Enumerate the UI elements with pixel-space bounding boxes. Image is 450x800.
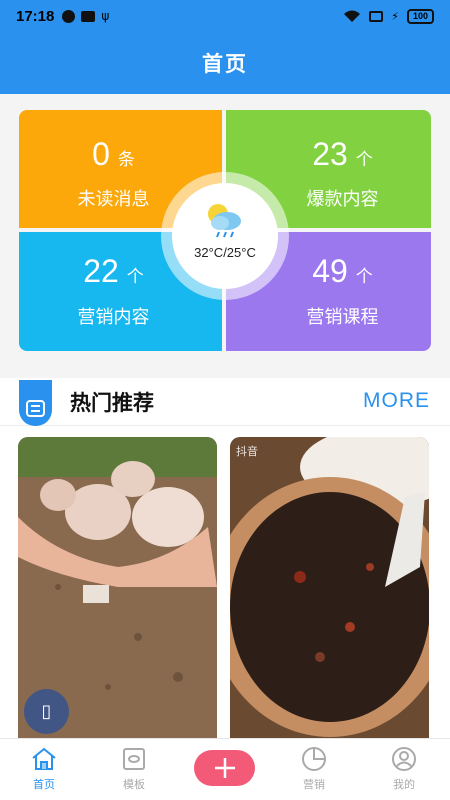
- home-icon: [32, 747, 56, 770]
- tab-bar: 首页 模板 营销 我的: [0, 738, 450, 800]
- section-title: 热门推荐: [70, 391, 154, 415]
- hot-section-header: 热门推荐 MORE: [0, 378, 450, 426]
- stat-unit: 个: [126, 267, 144, 286]
- tab-label: 首页: [33, 778, 55, 791]
- usb-icon: ψ: [101, 9, 110, 23]
- stat-value: 22: [83, 253, 119, 289]
- stat-value: 49: [312, 253, 348, 289]
- tab-label: 模板: [123, 778, 145, 791]
- pie-chart-icon: [302, 747, 326, 771]
- douyin-watermark: 抖音: [236, 445, 258, 458]
- tab-home[interactable]: 首页: [9, 745, 79, 792]
- food-photo: [230, 437, 429, 738]
- status-bar: 17:18 ψ ⚡ 100: [0, 0, 450, 32]
- news-icon: [26, 400, 45, 417]
- tab-label: 我的: [393, 778, 415, 791]
- tab-mine[interactable]: 我的: [369, 745, 439, 792]
- notification-icon: [62, 9, 76, 23]
- hot-badge: [19, 380, 52, 426]
- charging-icon: ⚡: [391, 9, 399, 23]
- tab-template[interactable]: 模板: [99, 745, 169, 792]
- tab-label: 营销: [303, 778, 325, 791]
- battery-icon: 100: [406, 8, 434, 24]
- status-time: 17:18: [16, 7, 55, 25]
- weather-badge[interactable]: 32°C/25°C: [172, 183, 278, 289]
- stat-value: 0: [92, 136, 110, 172]
- header: 首页: [0, 32, 450, 94]
- stat-unit: 个: [355, 267, 373, 286]
- stat-value: 23: [312, 136, 348, 172]
- user-icon: [392, 747, 416, 771]
- more-link[interactable]: MORE: [363, 389, 430, 413]
- app-notification-icon: [81, 10, 96, 22]
- stat-label: 营销内容: [77, 307, 150, 328]
- tab-marketing[interactable]: 营销: [279, 745, 349, 792]
- template-icon: [123, 748, 145, 770]
- recommend-grid: ▯ 抖音: [0, 426, 450, 738]
- stat-unit: 条: [117, 150, 135, 169]
- wifi-icon: [344, 10, 361, 22]
- page-title: 首页: [202, 52, 248, 76]
- recommend-card[interactable]: 抖音: [230, 437, 429, 738]
- add-button[interactable]: [194, 750, 255, 786]
- shake-phone-icon[interactable]: ▯: [24, 689, 69, 734]
- recommend-card[interactable]: ▯: [18, 437, 217, 738]
- cloud-sun-rain-icon: [208, 204, 241, 238]
- stat-label: 营销课程: [306, 307, 379, 328]
- sim-icon: [369, 10, 384, 22]
- stat-unit: 个: [355, 150, 373, 169]
- weather-temperature: 32°C/25°C: [194, 245, 256, 260]
- plus-icon: [214, 758, 235, 778]
